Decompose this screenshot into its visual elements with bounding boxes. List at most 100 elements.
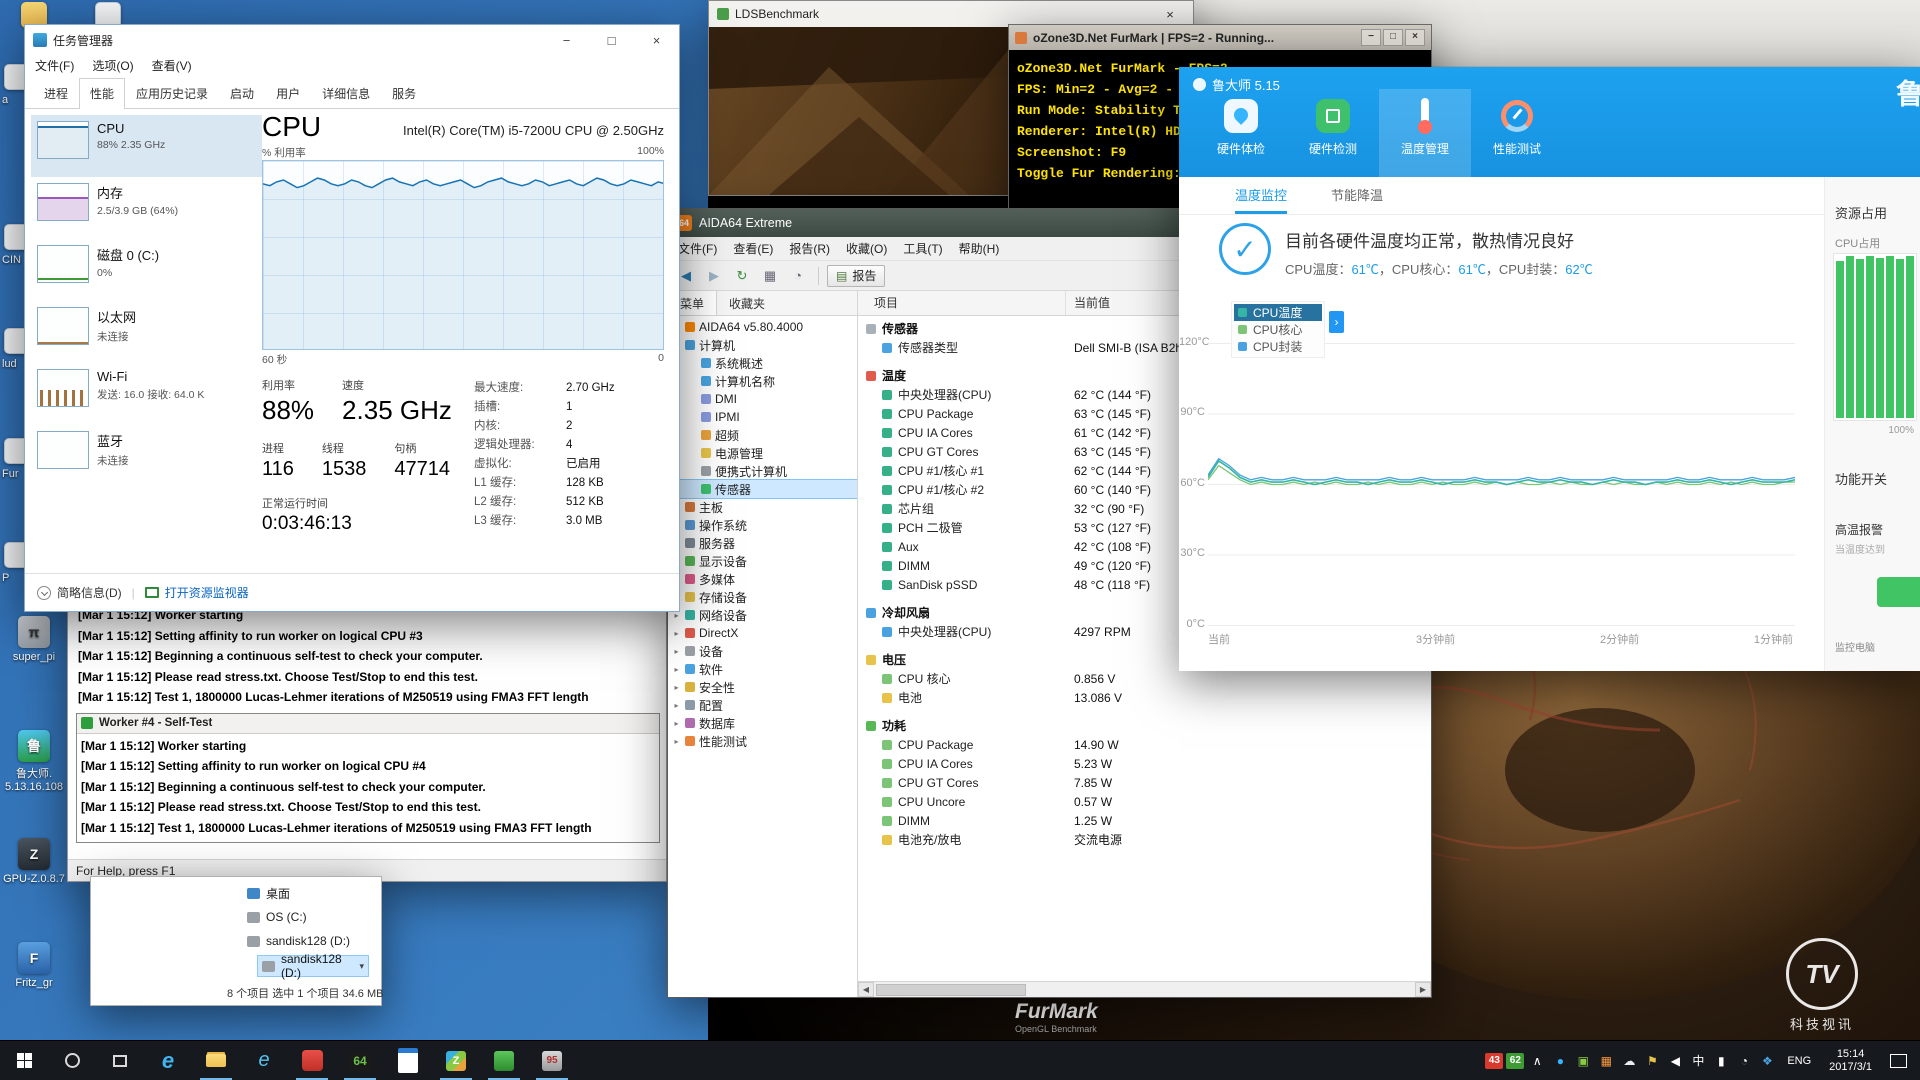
aida-tree-item[interactable]: ▸ 数据库 <box>668 714 857 732</box>
tree-expander[interactable]: ▸ <box>672 647 681 656</box>
panels-icon[interactable]: ▦ <box>758 264 782 288</box>
tray-bluetooth-icon[interactable]: ❖ <box>1757 1049 1777 1073</box>
sensor-row[interactable]: DIMM 1.25 W <box>858 811 1431 830</box>
ludashi-nav-item[interactable]: 硬件体检 <box>1195 89 1287 177</box>
menu-item[interactable]: 文件(F) <box>678 240 717 257</box>
tree-expander[interactable]: ▸ <box>672 629 681 638</box>
menu-item[interactable]: 帮助(H) <box>959 240 1000 257</box>
language-indicator[interactable]: ENG <box>1779 1055 1819 1067</box>
chart-icon[interactable]: ◔ <box>786 264 810 288</box>
legend-item[interactable]: CPU核心 <box>1234 321 1322 338</box>
taskbar-app-red-icon[interactable] <box>288 1041 336 1080</box>
worker4-window[interactable]: Worker #4 - Self-Test [Mar 1 15:12] Work… <box>76 713 660 844</box>
report-button[interactable]: ▤ 报告 <box>827 265 885 287</box>
aida-tree-item[interactable]: ▸ 网络设备 <box>668 606 857 624</box>
taskmgr-tab[interactable]: 服务 <box>381 78 427 108</box>
clock[interactable]: 15:14 2017/3/1 <box>1821 1048 1880 1074</box>
sensor-row[interactable]: 电池充/放电 交流电源 <box>858 830 1431 849</box>
taskmgr-sidebar-item[interactable]: 磁盘 0 (C:) 0% <box>31 239 262 301</box>
aida-tree-item[interactable]: AIDA64 v5.80.4000 <box>668 318 857 336</box>
forward-icon[interactable]: ▶ <box>702 264 726 288</box>
taskmgr-sidebar-item[interactable]: 内存 2.5/3.9 GB (64%) <box>31 177 262 239</box>
maximize-button[interactable]: □ <box>1383 29 1403 46</box>
tree-expander[interactable]: ▸ <box>672 683 681 692</box>
ludashi-nav-item[interactable]: 性能测试 <box>1471 89 1563 177</box>
taskbar-app-ie[interactable]: e <box>240 1041 288 1080</box>
aida-tree-item[interactable]: ▸ 操作系统 <box>668 516 857 534</box>
taskbar-app-aida64[interactable]: 64 <box>336 1041 384 1080</box>
aida-tree-item[interactable]: IPMI <box>668 408 857 426</box>
close-button[interactable]: × <box>1155 7 1185 22</box>
taskmgr-sidebar-item[interactable]: Wi-Fi 发送: 16.0 接收: 64.0 K <box>31 363 262 425</box>
panel-tab[interactable]: 收藏夹 <box>717 291 777 315</box>
explorer-nav-item[interactable]: OS (C:) <box>247 905 381 929</box>
sensor-row[interactable]: CPU GT Cores 7.85 W <box>858 773 1431 792</box>
aida-tree-item[interactable]: DMI <box>668 390 857 408</box>
close-button[interactable]: × <box>1405 29 1425 46</box>
column-header-item[interactable]: 项目 <box>858 291 1066 315</box>
aida-tree-item[interactable]: 超频 <box>668 426 857 444</box>
desktop-icon[interactable]: 鲁 鲁大师. 5.13.16.108 <box>2 730 66 793</box>
taskmgr-sidebar-item[interactable]: CPU 88% 2.35 GHz <box>31 115 262 177</box>
explorer-nav-item[interactable]: sandisk128 (D:) <box>247 929 381 953</box>
menu-item[interactable]: 报告(R) <box>789 240 830 257</box>
aida-tree-item[interactable]: ▸ 多媒体 <box>668 570 857 588</box>
tray-network-icon[interactable]: ◔ <box>1734 1049 1754 1073</box>
task-view-button[interactable] <box>96 1041 144 1080</box>
tree-expander[interactable]: ▸ <box>672 719 681 728</box>
tray-ludashi-icon[interactable]: ● <box>1550 1049 1570 1073</box>
fewer-details-toggle[interactable]: 简略信息(D) <box>37 584 122 601</box>
aida-tree-item[interactable]: ▸ 主板 <box>668 498 857 516</box>
ludashi-window[interactable]: 鲁大师 5.15 硬件体检 硬件检测 温度管 <box>1179 67 1920 671</box>
sensor-row[interactable]: CPU IA Cores 5.23 W <box>858 754 1431 773</box>
aida-tree-item[interactable]: ▸ 设备 <box>668 642 857 660</box>
minimize-button[interactable]: − <box>1361 29 1381 46</box>
aida-tree-item[interactable]: 系统概述 <box>668 354 857 372</box>
explorer-nav-item[interactable]: 桌面 <box>247 881 381 905</box>
ludashi-nav-item[interactable]: 温度管理 <box>1379 89 1471 177</box>
refresh-icon[interactable]: ↻ <box>730 264 754 288</box>
clipped-green-button[interactable] <box>1877 577 1920 607</box>
tray-ime-icon[interactable]: 中 <box>1688 1049 1708 1073</box>
action-center-button[interactable] <box>1882 1054 1914 1068</box>
tray-aida-icon[interactable]: ▦ <box>1596 1049 1616 1073</box>
tray-battery-icon[interactable]: ▮ <box>1711 1049 1731 1073</box>
tray-security-icon[interactable]: ⚑ <box>1642 1049 1662 1073</box>
menu-item[interactable]: 文件(F) <box>35 57 74 74</box>
taskbar-app-explorer[interactable] <box>192 1041 240 1080</box>
aida-tree-item[interactable]: ▸ 软件 <box>668 660 857 678</box>
tray-temp-badge-green[interactable]: 62 <box>1506 1053 1524 1069</box>
worker4-titlebar[interactable]: Worker #4 - Self-Test <box>77 714 659 734</box>
aida-tree-item[interactable]: 传感器 <box>668 480 857 498</box>
scroll-left-icon[interactable]: ◀ <box>858 982 874 997</box>
menu-item[interactable]: 查看(E) <box>733 240 773 257</box>
taskmgr-sidebar-item[interactable]: 蓝牙 未连接 <box>31 425 262 487</box>
high-temp-alarm[interactable]: 高温报警 <box>1835 521 1883 538</box>
legend-item[interactable]: CPU温度 <box>1234 304 1322 321</box>
aida-tree-item[interactable]: 计算机名称 <box>668 372 857 390</box>
taskmgr-titlebar[interactable]: 任务管理器 − □ × <box>25 25 679 55</box>
minimize-button[interactable]: − <box>544 25 589 55</box>
taskbar-app-calendar[interactable] <box>384 1041 432 1080</box>
furmark-titlebar[interactable]: oZone3D.Net FurMark | FPS=2 - Running...… <box>1009 25 1431 50</box>
task-manager-window[interactable]: 任务管理器 − □ × 文件(F)选项(O)查看(V) 进程性能应用历史记录启动… <box>24 24 680 612</box>
ludashi-tab[interactable]: 温度监控 <box>1235 177 1287 214</box>
legend-next-button[interactable]: › <box>1329 311 1344 333</box>
sensor-row[interactable]: CPU 核心 0.856 V <box>858 669 1431 688</box>
desktop-icon[interactable]: Z GPU-Z.0.8.7 <box>2 838 66 885</box>
close-button[interactable]: × <box>634 25 679 55</box>
sensor-row[interactable]: CPU Package 14.90 W <box>858 735 1431 754</box>
taskbar-app-edge[interactable]: e <box>144 1041 192 1080</box>
tree-expander[interactable]: ▸ <box>672 665 681 674</box>
scrollbar-thumb[interactable] <box>876 984 1026 996</box>
menu-item[interactable]: 查看(V) <box>152 57 192 74</box>
aida-tree-item[interactable]: ▸ 显示设备 <box>668 552 857 570</box>
prime95-window[interactable]: [Mar 1 15:12] Worker starting[Mar 1 15:1… <box>67 598 667 882</box>
scroll-right-icon[interactable]: ▶ <box>1415 982 1431 997</box>
aida-tree-item[interactable]: 电源管理 <box>668 444 857 462</box>
taskbar-app-gpuz[interactable]: Z <box>432 1041 480 1080</box>
maximize-button[interactable]: □ <box>589 25 634 55</box>
tray-onedrive-icon[interactable]: ☁ <box>1619 1049 1639 1073</box>
tray-speaker-icon[interactable]: ◀ <box>1665 1049 1685 1073</box>
menu-item[interactable]: 工具(T) <box>903 240 942 257</box>
